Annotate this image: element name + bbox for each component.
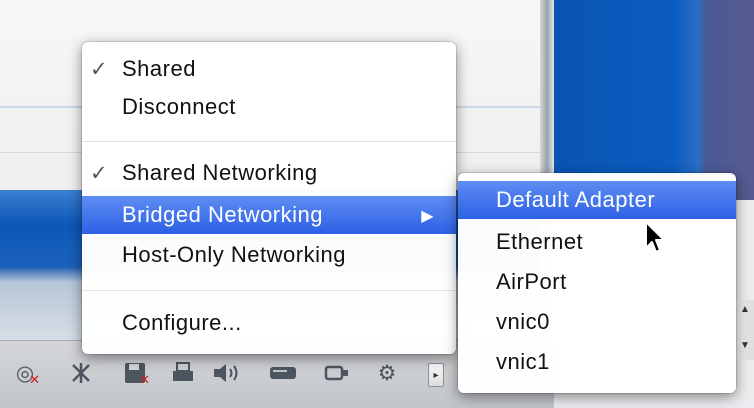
mouse-pointer-icon [645,221,665,253]
menu-item-shared[interactable]: ✓ Shared [82,50,456,88]
menu-item-label: Bridged Networking [122,202,323,227]
right-window-content [554,0,754,200]
submenu-item-label: AirPort [496,269,567,294]
gear-glyph: ⚙ [377,361,397,385]
menu-item-label: Shared Networking [122,160,318,185]
chevron-right-icon: ▸ [433,369,439,381]
submenu-arrow-icon: ▶ [421,205,434,225]
disconnected-badge-icon: ✕ [139,373,150,388]
cd-disconnected-icon[interactable]: ◎ ✕ [10,358,40,388]
submenu-item-default-adapter[interactable]: Default Adapter [458,181,736,219]
speaker-icon [214,364,238,382]
menu-item-shared-networking[interactable]: ✓ Shared Networking [82,154,456,192]
menu-item-label: Disconnect [122,94,236,119]
printer-shape-icon [173,362,193,381]
menu-separator [82,290,456,291]
bridged-adapter-submenu: Default Adapter Ethernet AirPort vnic0 v… [458,173,736,393]
toolbar-more-button[interactable]: ▸ [428,363,444,387]
menu-item-label: Host-Only Networking [122,242,346,267]
menu-item-label: Configure... [122,310,242,335]
submenu-item-label: Ethernet [496,229,584,254]
submenu-item-label: Default Adapter [496,187,656,212]
sound-icon[interactable] [212,358,242,388]
network-icon[interactable] [66,358,96,388]
menu-item-host-only-networking[interactable]: Host-Only Networking [82,236,456,274]
usb-icon[interactable] [322,358,352,388]
scroll-down-icon[interactable]: ▼ [740,340,750,351]
disconnected-badge-icon: ✕ [29,373,40,388]
printer-icon[interactable] [168,358,198,388]
checkmark-icon: ✓ [90,57,109,81]
settings-icon[interactable]: ⚙ [372,358,402,388]
submenu-item-ethernet[interactable]: Ethernet [458,223,736,261]
floppy-disconnected-icon[interactable]: ✕ [120,358,150,388]
scroll-up-icon[interactable]: ▲ [740,304,750,315]
scrollbar[interactable]: ▲ ▼ [734,300,754,360]
drive-icon [270,367,296,379]
menu-item-label: Shared [122,56,196,81]
network-cable-icon [72,363,90,383]
hard-disk-icon[interactable] [268,358,298,388]
submenu-item-vnic1[interactable]: vnic1 [458,343,736,381]
menu-item-configure[interactable]: Configure... [82,304,456,342]
submenu-item-vnic0[interactable]: vnic0 [458,303,736,341]
submenu-item-label: vnic1 [496,349,550,374]
network-context-menu: ✓ Shared Disconnect ✓ Shared Networking … [82,42,456,354]
submenu-item-label: vnic0 [496,309,550,334]
menu-item-disconnect[interactable]: Disconnect [82,88,456,126]
submenu-item-airport[interactable]: AirPort [458,263,736,301]
checkmark-icon: ✓ [90,161,109,185]
menu-item-bridged-networking[interactable]: Bridged Networking ▶ [82,196,456,234]
usb-plug-icon [324,365,348,381]
menu-separator [82,141,456,142]
